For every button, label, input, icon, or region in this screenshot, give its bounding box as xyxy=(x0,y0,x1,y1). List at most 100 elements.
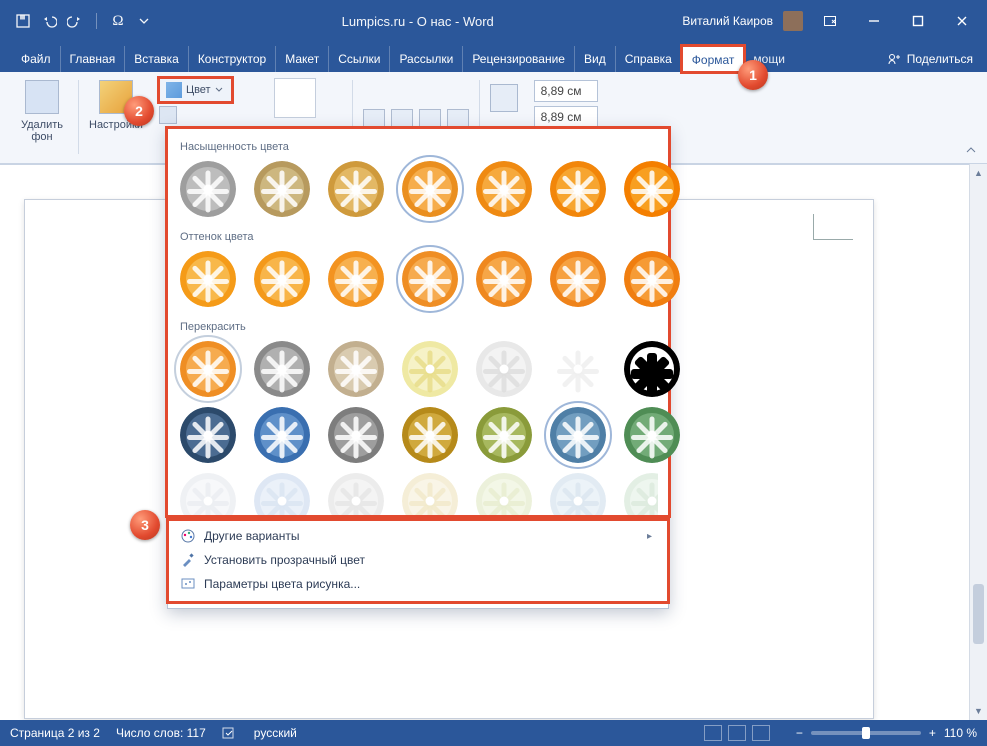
color-swatch[interactable] xyxy=(180,161,236,217)
tab-references[interactable]: Ссылки xyxy=(329,46,390,72)
tab-file[interactable]: Файл xyxy=(12,46,61,72)
omega-icon[interactable]: Ω xyxy=(109,12,127,30)
tab-view[interactable]: Вид xyxy=(575,46,616,72)
tone-row xyxy=(178,249,658,315)
print-layout-icon[interactable] xyxy=(728,725,746,741)
color-swatch[interactable] xyxy=(624,161,680,217)
recolor-row xyxy=(178,405,658,471)
color-swatch[interactable] xyxy=(550,473,606,515)
maximize-icon[interactable] xyxy=(901,7,935,35)
options-icon xyxy=(180,576,196,592)
color-swatch[interactable] xyxy=(624,251,680,307)
read-mode-icon[interactable] xyxy=(704,725,722,741)
tab-insert[interactable]: Вставка xyxy=(125,46,189,72)
scrollbar-thumb[interactable] xyxy=(973,584,984,644)
tab-mailings[interactable]: Рассылки xyxy=(390,46,463,72)
color-swatch[interactable] xyxy=(328,473,384,515)
close-icon[interactable] xyxy=(945,7,979,35)
color-swatch[interactable] xyxy=(550,341,606,397)
tab-design[interactable]: Конструктор xyxy=(189,46,276,72)
zoom-knob[interactable] xyxy=(862,727,870,739)
more-colors-item[interactable]: Другие варианты ▸ xyxy=(178,524,658,548)
zoom-level[interactable]: 110 % xyxy=(944,726,977,740)
color-swatch[interactable] xyxy=(254,251,310,307)
chevron-down-icon xyxy=(215,86,223,94)
color-swatch[interactable] xyxy=(624,473,658,515)
artistic-effects-icon[interactable] xyxy=(159,106,177,124)
color-swatch[interactable] xyxy=(328,407,384,463)
tab-layout[interactable]: Макет xyxy=(276,46,329,72)
vertical-scrollbar[interactable]: ▲ ▼ xyxy=(969,164,987,720)
color-swatch[interactable] xyxy=(476,473,532,515)
color-dropdown: Насыщенность цвета Оттенок цвета Перекра… xyxy=(167,128,669,609)
color-swatch[interactable] xyxy=(476,341,532,397)
color-swatch[interactable] xyxy=(476,251,532,307)
ribbon-display-icon[interactable] xyxy=(813,7,847,35)
spellcheck-icon[interactable] xyxy=(222,726,238,740)
color-swatch[interactable] xyxy=(402,407,458,463)
color-swatch[interactable] xyxy=(328,251,384,307)
color-swatch[interactable] xyxy=(550,251,606,307)
page-indicator[interactable]: Страница 2 из 2 xyxy=(10,726,100,740)
language-indicator[interactable]: русский xyxy=(254,726,297,740)
remove-background-button[interactable]: Удалитьфон xyxy=(8,78,76,158)
color-swatch[interactable] xyxy=(328,161,384,217)
tab-review[interactable]: Рецензирование xyxy=(463,46,575,72)
picture-color-options-item[interactable]: Параметры цвета рисунка... xyxy=(178,572,658,596)
callout-1: 1 xyxy=(738,60,768,90)
color-swatch[interactable] xyxy=(550,161,606,217)
style-thumb[interactable] xyxy=(274,78,316,118)
color-swatch[interactable] xyxy=(476,161,532,217)
zoom-control[interactable]: − + 110 % xyxy=(796,726,977,740)
view-buttons xyxy=(704,725,770,741)
share-button[interactable]: Поделиться xyxy=(887,46,973,72)
zoom-in-icon[interactable]: + xyxy=(929,726,936,740)
color-swatch[interactable] xyxy=(254,407,310,463)
picture-color-options-label: Параметры цвета рисунка... xyxy=(204,577,360,591)
color-swatch[interactable] xyxy=(624,407,680,463)
color-swatch[interactable] xyxy=(180,407,236,463)
color-swatch[interactable] xyxy=(402,341,458,397)
window-title: Lumpics.ru - О нас - Word xyxy=(153,14,682,29)
chevron-down-icon[interactable] xyxy=(135,12,153,30)
color-swatch[interactable] xyxy=(328,341,384,397)
color-swatch[interactable] xyxy=(402,251,458,307)
ribbon-tabs: Файл Главная Вставка Конструктор Макет С… xyxy=(0,42,987,72)
zoom-out-icon[interactable]: − xyxy=(796,726,803,740)
color-swatch[interactable] xyxy=(550,407,606,463)
callout-3: 3 xyxy=(130,510,160,540)
word-count[interactable]: Число слов: 117 xyxy=(116,726,206,740)
recolor-grid xyxy=(178,339,658,515)
collapse-ribbon-icon[interactable] xyxy=(961,143,981,159)
palette-icon xyxy=(180,528,196,544)
color-swatch[interactable] xyxy=(254,473,310,515)
color-swatch[interactable] xyxy=(402,161,458,217)
width-input[interactable]: 8,89 см xyxy=(534,106,598,128)
header-corner-mark xyxy=(813,214,853,240)
color-swatch[interactable] xyxy=(402,473,458,515)
color-swatch[interactable] xyxy=(180,251,236,307)
undo-icon[interactable] xyxy=(40,12,58,30)
avatar[interactable] xyxy=(783,11,803,31)
scroll-up-icon[interactable]: ▲ xyxy=(970,164,987,182)
color-swatch[interactable] xyxy=(180,473,236,515)
height-input[interactable]: 8,89 см xyxy=(534,80,598,102)
color-button[interactable]: Цвет xyxy=(159,78,232,102)
redo-icon[interactable] xyxy=(66,12,84,30)
zoom-slider[interactable] xyxy=(811,731,921,735)
color-swatch[interactable] xyxy=(254,161,310,217)
tab-home[interactable]: Главная xyxy=(61,46,126,72)
web-layout-icon[interactable] xyxy=(752,725,770,741)
color-swatch[interactable] xyxy=(180,341,236,397)
scroll-down-icon[interactable]: ▼ xyxy=(970,702,987,720)
tab-format[interactable]: Формат xyxy=(682,46,745,72)
color-swatch[interactable] xyxy=(254,341,310,397)
set-transparent-item[interactable]: Установить прозрачный цвет xyxy=(178,548,658,572)
share-label: Поделиться xyxy=(907,52,973,66)
tab-help[interactable]: Справка xyxy=(616,46,682,72)
color-swatch[interactable] xyxy=(476,407,532,463)
save-icon[interactable] xyxy=(14,12,32,30)
color-swatch[interactable] xyxy=(624,341,680,397)
title-bar: Ω Lumpics.ru - О нас - Word Виталий Каир… xyxy=(0,0,987,42)
minimize-icon[interactable] xyxy=(857,7,891,35)
